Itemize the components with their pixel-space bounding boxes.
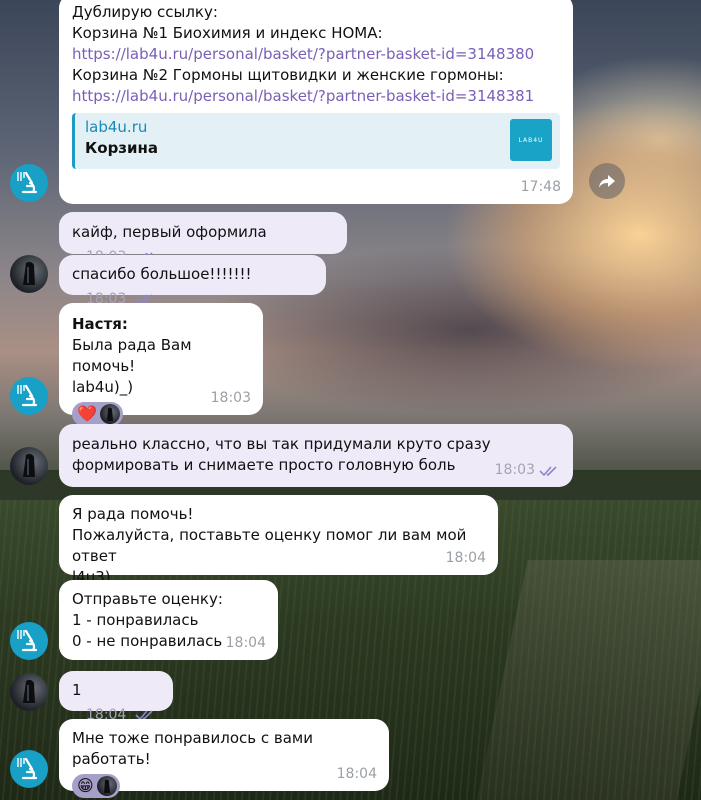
preview-thumbnail: LAB4U [510, 119, 552, 161]
message-text: кайф, первый оформила [72, 223, 267, 241]
basket-link-1[interactable]: https://lab4u.ru/personal/basket/?partne… [72, 44, 560, 65]
message-line: Отправьте оценку: [72, 590, 223, 608]
microscope-icon [17, 384, 38, 407]
user-avatar[interactable] [10, 673, 48, 711]
preview-title: Корзина [85, 139, 159, 157]
reactions-bar[interactable]: ❤️ [72, 402, 123, 426]
user-photo-icon [23, 453, 35, 477]
message-time: 18:04 [336, 766, 377, 782]
message-line: Корзина №1 Биохимия и индекс НОМА: [72, 24, 383, 42]
reactions-bar[interactable]: 😁 [72, 774, 120, 798]
lab4u-avatar[interactable] [10, 377, 48, 415]
message-bubble-outgoing[interactable]: 1 18:04 [59, 671, 173, 723]
reactor-avatar [96, 776, 117, 796]
message-bubble-incoming[interactable]: Я рада помочь! Пожалуйста, поставьте оце… [59, 495, 498, 586]
message-line: реально классно, что вы так придумали кр… [72, 435, 491, 453]
lab4u-avatar[interactable] [10, 622, 48, 660]
message-line: Была рада Вам помочь! [72, 336, 192, 375]
sender-name: Настя: [72, 315, 128, 333]
message-text: спасибо большое!!!!!!! [72, 265, 252, 283]
user-avatar[interactable] [10, 255, 48, 293]
message-line: 1 - понравилась [72, 611, 199, 629]
link-preview[interactable]: lab4u.ru Корзина LAB4U [72, 113, 560, 169]
basket-link-2[interactable]: https://lab4u.ru/personal/basket/?partne… [72, 86, 560, 107]
message-bubble-outgoing[interactable]: кайф, первый оформила 18:03 [59, 212, 347, 265]
message-bubble-incoming[interactable]: Отправьте оценку: 1 - понравилась 0 - не… [59, 580, 278, 660]
share-arrow-icon [599, 175, 615, 188]
double-check-icon [539, 465, 557, 476]
message-bubble-incoming[interactable]: Настя: Была рада Вам помочь! lab4u)_) ❤️… [59, 303, 263, 426]
share-button[interactable] [589, 163, 625, 199]
message-time: 18:03 [210, 390, 251, 406]
preview-site: lab4u.ru [85, 118, 148, 136]
message-time: 17:48 [520, 179, 561, 195]
user-avatar[interactable] [10, 447, 48, 485]
message-bubble-incoming[interactable]: Мне тоже понравилось с вами работать! 😁 … [59, 719, 389, 798]
message-line: Мне тоже понравилось с вами работать! [72, 729, 313, 768]
message-time: 18:04 [225, 635, 266, 651]
user-photo-icon [23, 679, 35, 703]
user-photo-icon [23, 261, 35, 285]
microscope-icon [17, 629, 38, 652]
message-line: Я рада помочь! [72, 505, 194, 523]
reactor-avatar [99, 404, 120, 424]
message-line: Пожалуйста, поставьте оценку помог ли ва… [72, 526, 467, 565]
message-line: Дублирую ссылку: [72, 3, 218, 21]
microscope-icon [17, 757, 38, 780]
lab4u-avatar[interactable] [10, 164, 48, 202]
message-line: формировать и снимаете просто головную б… [72, 456, 456, 474]
message-time: 18:03 [494, 462, 535, 478]
message-text: 1 [72, 681, 82, 699]
message-line: Корзина №2 Гормоны щитовидки и женские г… [72, 66, 504, 84]
heart-reaction[interactable]: ❤️ [77, 402, 97, 426]
message-time: 18:04 [445, 550, 486, 566]
message-bubble-links[interactable]: Дублирую ссылку: Корзина №1 Биохимия и и… [59, 0, 573, 204]
grin-reaction[interactable]: 😁 [77, 774, 94, 798]
microscope-icon [17, 171, 38, 194]
message-bubble-outgoing[interactable]: реально классно, что вы так придумали кр… [59, 424, 573, 487]
message-bubble-outgoing[interactable]: спасибо большое!!!!!!! 18:03 [59, 255, 326, 307]
lab4u-avatar[interactable] [10, 750, 48, 788]
